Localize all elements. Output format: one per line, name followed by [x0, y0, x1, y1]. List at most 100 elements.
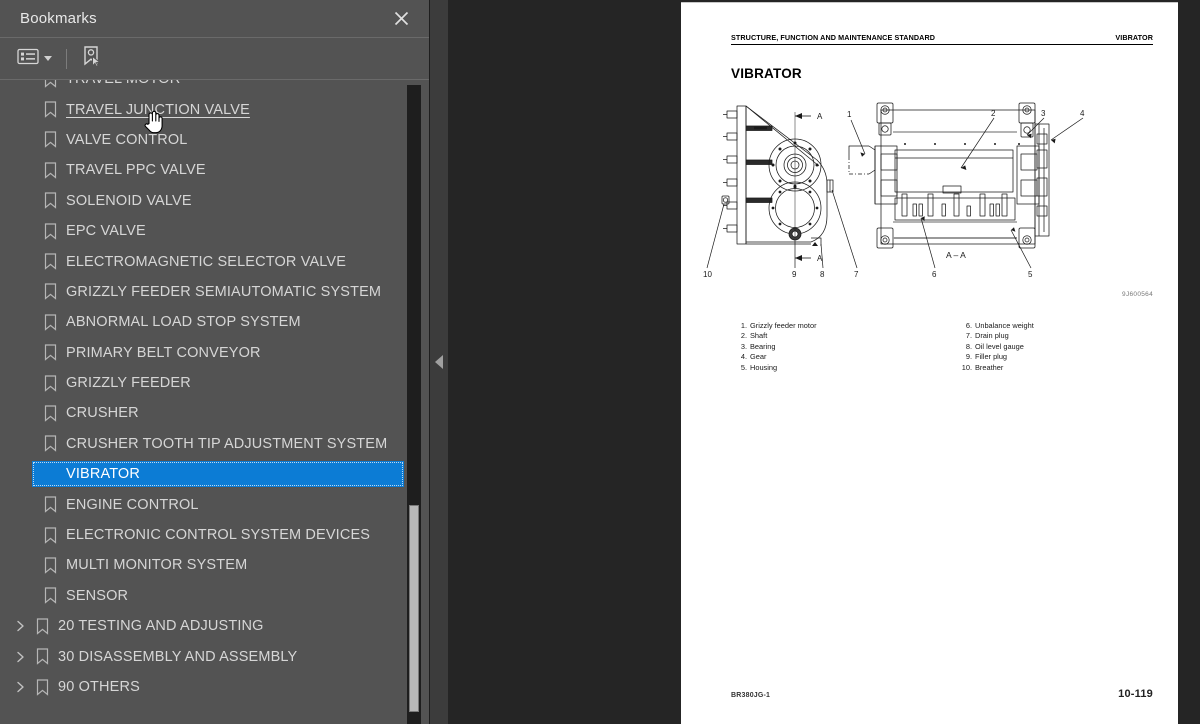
bookmark-icon	[38, 344, 62, 361]
bookmark-item-label: 20 TESTING AND ADJUSTING	[58, 618, 264, 635]
figure-reference-number: 9J600564	[1122, 291, 1153, 298]
bookmark-icon	[38, 162, 62, 179]
bookmarks-scrollbar-thumb[interactable]	[409, 505, 419, 712]
running-header-right: VIBRATOR	[1115, 33, 1153, 42]
bookmark-item-label: TRAVEL MOTOR	[62, 80, 180, 87]
bookmarks-list: TRAVEL MOTOR TRAVEL JUNCTION VALVE VALVE C…	[0, 80, 404, 702]
bookmark-item[interactable]: TRAVEL MOTOR	[0, 80, 404, 94]
bookmark-icon	[38, 526, 62, 544]
bookmark-item-label: 30 DISASSEMBLY AND ASSEMBLY	[58, 648, 298, 665]
bookmark-options-button[interactable]	[14, 45, 55, 73]
bookmark-icon	[30, 678, 54, 696]
parts-legend-text: Breather	[975, 362, 1004, 372]
new-bookmark-button[interactable]	[78, 45, 105, 73]
figure-callout-9: 9	[792, 270, 797, 279]
parts-legend-text: Gear	[750, 352, 767, 362]
page-footer: BR380JG-1 10-119	[731, 688, 1153, 700]
bookmark-icon	[38, 101, 62, 118]
expand-chevron-right-icon[interactable]	[10, 681, 30, 693]
bookmark-icon	[38, 405, 62, 422]
parts-legend-number: 6.	[965, 321, 972, 330]
bookmark-item-label: TRAVEL JUNCTION VALVE	[66, 101, 250, 118]
collapse-left-arrow-icon[interactable]	[435, 355, 443, 369]
bookmark-item[interactable]: 20 TESTING AND ADJUSTING	[0, 611, 404, 641]
parts-legend-number: 4.	[740, 352, 747, 362]
figure-callout-10: 10	[703, 270, 712, 279]
running-header-left: STRUCTURE, FUNCTION AND MAINTENANCE STAN…	[731, 33, 936, 42]
vibrator-assembly-figure: A A 1 2 3 4 5 6 7 8 9 10 A – A 9J600564	[699, 98, 1169, 298]
parts-legend-text: Shaft	[750, 331, 768, 341]
bookmark-item-label: EPC VALVE	[66, 223, 146, 240]
bookmark-item[interactable]: ABNORMAL LOAD STOP SYSTEM	[0, 307, 404, 337]
parts-legend-text: Unbalance weight	[975, 321, 1034, 330]
panel-splitter[interactable]	[430, 0, 448, 724]
bookmark-item[interactable]: VALVE CONTROL	[0, 125, 404, 155]
bookmark-item[interactable]: 30 DISASSEMBLY AND ASSEMBLY	[0, 641, 404, 671]
page-title: VIBRATOR	[731, 66, 802, 81]
bookmark-item[interactable]: CRUSHER	[0, 398, 404, 428]
bookmark-item[interactable]: GRIZZLY FEEDER	[0, 368, 404, 398]
bookmark-item[interactable]: MULTI MONITOR SYSTEM	[0, 550, 404, 580]
bookmark-icon	[38, 131, 62, 149]
pdf-viewer-area: STRUCTURE, FUNCTION AND MAINTENANCE STAN…	[448, 0, 1200, 724]
pdf-reader-window: Bookmarks TRAVEL JUNCTION VALVE VALVE CO…	[0, 0, 1200, 724]
bookmark-icon	[38, 192, 62, 210]
bookmark-item[interactable]: TRAVEL JUNCTION VALVE	[0, 94, 404, 124]
new-bookmark-icon	[81, 45, 102, 72]
figure-callout-8: 8	[820, 270, 825, 279]
parts-legend-number: 9.	[965, 352, 972, 362]
close-icon[interactable]	[391, 9, 411, 29]
bookmark-icon	[38, 314, 62, 331]
bookmark-item-label: ABNORMAL LOAD STOP SYSTEM	[66, 314, 301, 331]
parts-legend-item: 5. Housing	[733, 363, 958, 373]
svg-text:A: A	[817, 112, 823, 121]
figure-callout-3: 3	[1041, 109, 1046, 118]
chevron-down-icon	[44, 56, 52, 61]
bookmark-item-label: PRIMARY BELT CONVEYOR	[66, 344, 261, 361]
parts-legend-item: 2. Shaft	[733, 331, 958, 341]
page-running-header: STRUCTURE, FUNCTION AND MAINTENANCE STAN…	[731, 33, 1153, 45]
bookmark-item[interactable]: 90 OTHERS	[0, 672, 404, 702]
bookmarks-list-viewport: TRAVEL MOTOR TRAVEL JUNCTION VALVE VALVE C…	[0, 80, 429, 724]
bookmark-item[interactable]: SENSOR	[0, 581, 404, 611]
bookmark-item[interactable]: VIBRATOR	[0, 459, 404, 489]
parts-legend-text: Grizzly feeder motor	[750, 321, 817, 330]
bookmark-item[interactable]: ELECTRONIC CONTROL SYSTEM DEVICES	[0, 520, 404, 550]
parts-legend-item: 10. Breather	[958, 363, 1034, 373]
bookmark-item[interactable]: ELECTROMAGNETIC SELECTOR VALVE	[0, 246, 404, 276]
pdf-page: STRUCTURE, FUNCTION AND MAINTENANCE STAN…	[681, 2, 1178, 724]
expand-chevron-right-icon[interactable]	[10, 651, 30, 663]
figure-callout-5: 5	[1028, 270, 1033, 279]
bookmark-icon	[38, 80, 62, 88]
bookmark-item-label: SOLENOID VALVE	[66, 192, 192, 209]
figure-callout-6: 6	[932, 270, 937, 279]
panel-title: Bookmarks	[20, 10, 97, 27]
bookmark-item[interactable]: SOLENOID VALVE	[0, 186, 404, 216]
bookmark-item-label: TRAVEL PPC VALVE	[66, 162, 206, 179]
list-options-icon	[17, 48, 39, 70]
bookmark-item[interactable]: GRIZZLY FEEDER SEMIAUTOMATIC SYSTEM	[0, 277, 404, 307]
parts-legend-item: 3. Bearing	[733, 342, 958, 352]
figure-section-label: A – A	[946, 250, 966, 260]
figure-callout-7: 7	[854, 270, 859, 279]
expand-chevron-right-icon[interactable]	[10, 620, 30, 632]
bookmark-item[interactable]: TRAVEL PPC VALVE	[0, 155, 404, 185]
bookmark-item[interactable]: ENGINE CONTROL	[0, 489, 404, 519]
bookmark-item[interactable]: PRIMARY BELT CONVEYOR	[0, 338, 404, 368]
figure-drawing: A A 1 2 3 4 5 6 7 8 9 10 A – A	[703, 102, 1085, 279]
bookmark-icon	[38, 374, 62, 392]
parts-legend-item: 8. Oil level gauge	[958, 342, 1034, 352]
parts-legend-number: 5.	[740, 362, 747, 372]
bookmark-icon	[38, 223, 62, 240]
parts-legend-number: 2.	[740, 331, 747, 341]
bookmarks-panel-header: Bookmarks	[0, 0, 429, 38]
parts-legend-text: Filler plug	[975, 352, 1008, 362]
parts-legend-number: 8.	[965, 341, 972, 351]
parts-legend-text: Housing	[750, 362, 778, 372]
bookmark-item[interactable]: CRUSHER TOOTH TIP ADJUSTMENT SYSTEM	[0, 429, 404, 459]
bookmark-item-label: GRIZZLY FEEDER	[66, 375, 191, 392]
parts-legend-number: 3.	[740, 341, 747, 351]
bookmark-item-label: SENSOR	[66, 587, 129, 604]
bookmark-item[interactable]: EPC VALVE	[0, 216, 404, 246]
bookmark-item-label: ENGINE CONTROL	[66, 496, 199, 513]
